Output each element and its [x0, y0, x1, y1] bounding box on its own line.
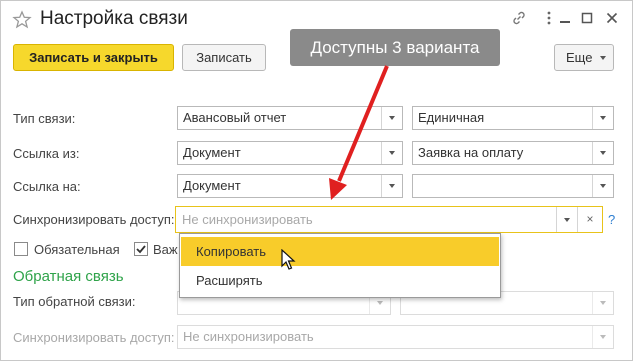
callout-arrow-icon — [329, 65, 389, 200]
